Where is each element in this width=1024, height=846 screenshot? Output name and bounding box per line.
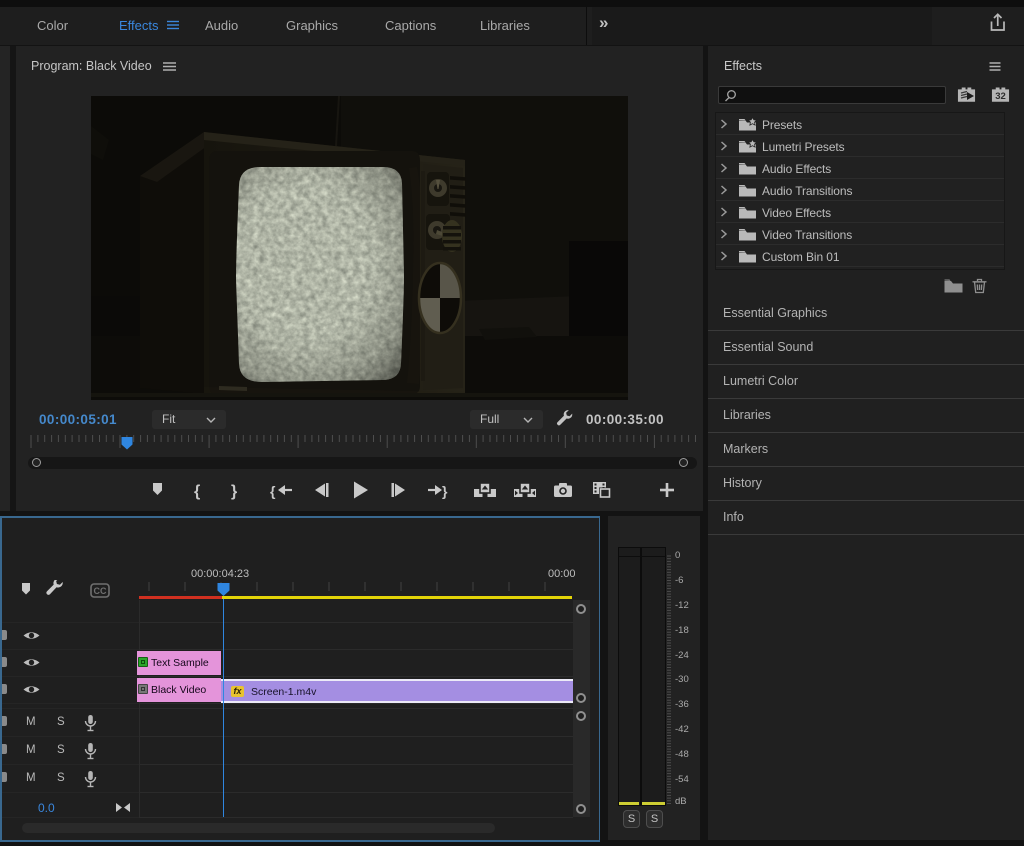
svg-text:{: {: [194, 483, 200, 500]
svg-text:32: 32: [995, 91, 1006, 102]
svg-text:}: }: [442, 483, 448, 499]
svg-text:{: {: [270, 483, 276, 499]
svg-text:}: }: [231, 483, 237, 500]
